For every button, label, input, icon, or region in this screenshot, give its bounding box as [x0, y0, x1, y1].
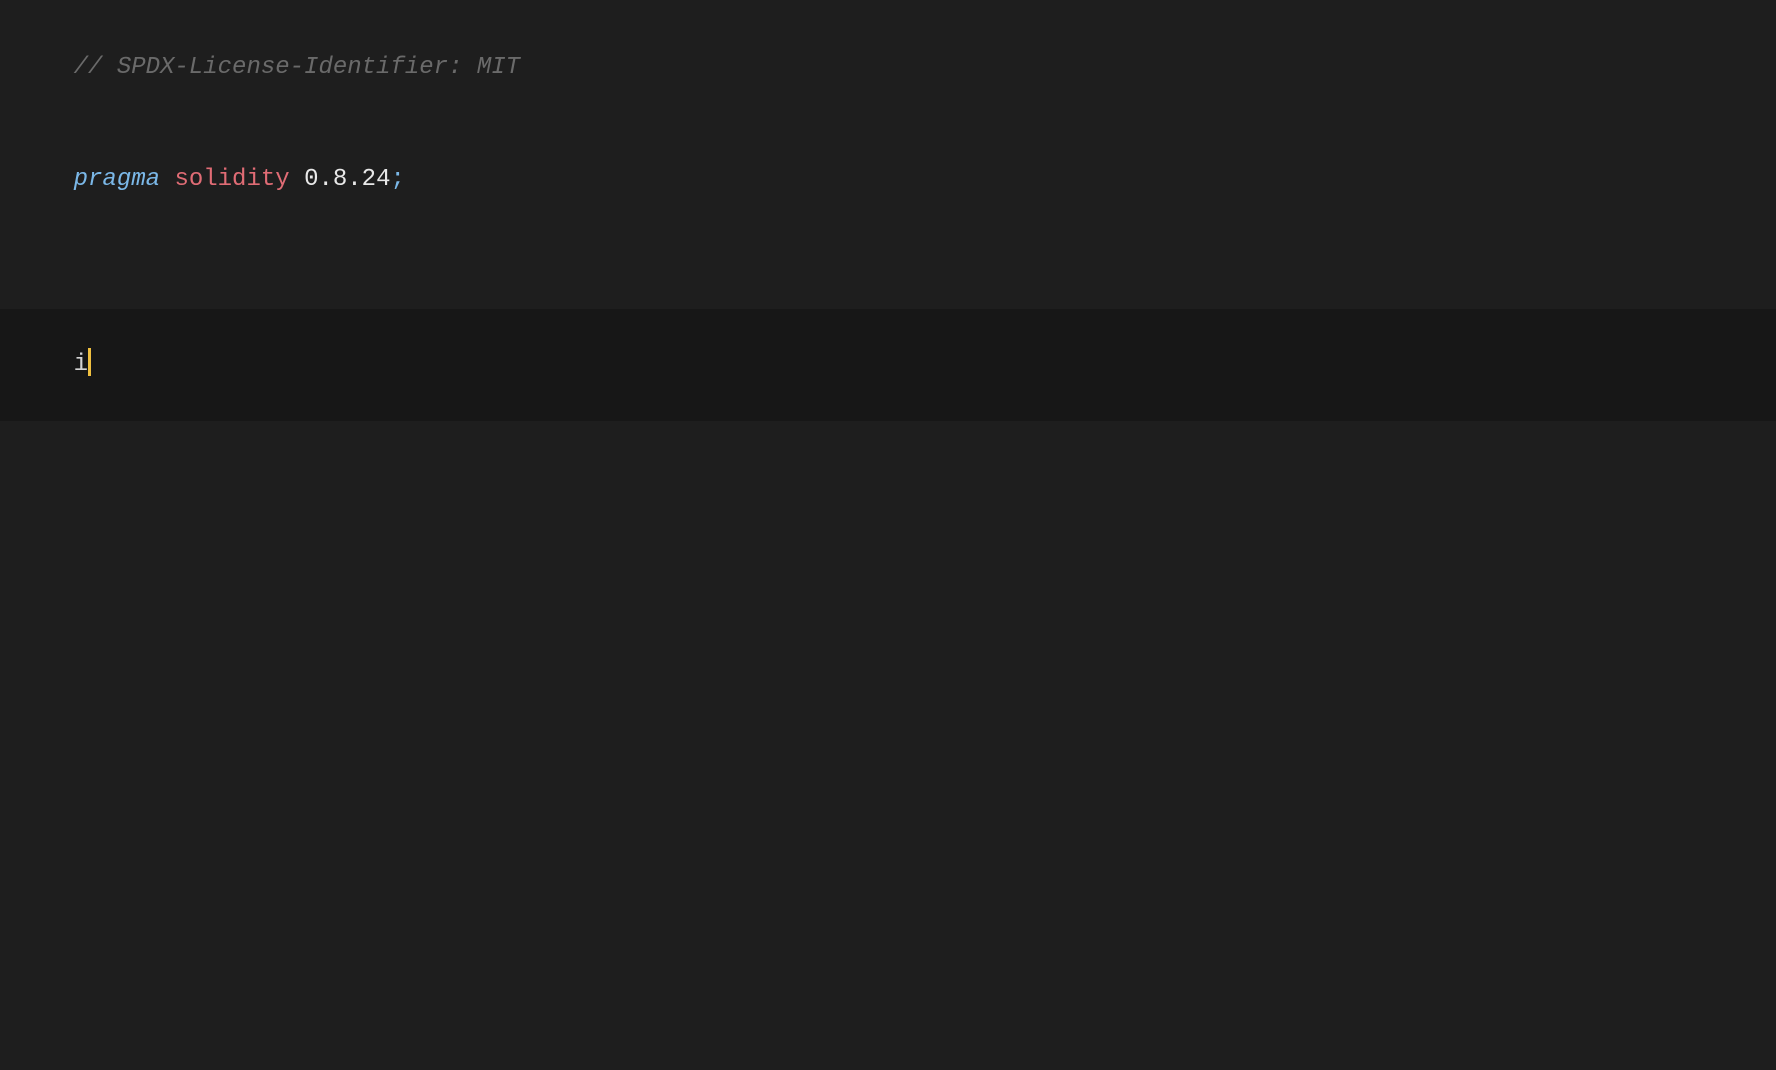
code-line-4[interactable] [16, 272, 1776, 309]
code-line-1[interactable]: // SPDX-License-Identifier: MIT [16, 12, 1776, 124]
code-line-5-active[interactable]: i [0, 309, 1776, 421]
code-line-3[interactable] [16, 235, 1776, 272]
typing-text: i [74, 351, 88, 378]
code-line-2[interactable]: pragma solidity 0.8.24; [16, 124, 1776, 236]
code-editor[interactable]: // SPDX-License-Identifier: MIT pragma s… [0, 0, 1776, 1070]
text-cursor [88, 348, 91, 376]
comment-text: // SPDX-License-Identifier: MIT [74, 54, 520, 81]
semicolon: ; [390, 166, 404, 193]
version-number: 0.8.24 [304, 166, 390, 193]
solidity-keyword: solidity [174, 166, 289, 193]
pragma-keyword: pragma [74, 166, 160, 193]
